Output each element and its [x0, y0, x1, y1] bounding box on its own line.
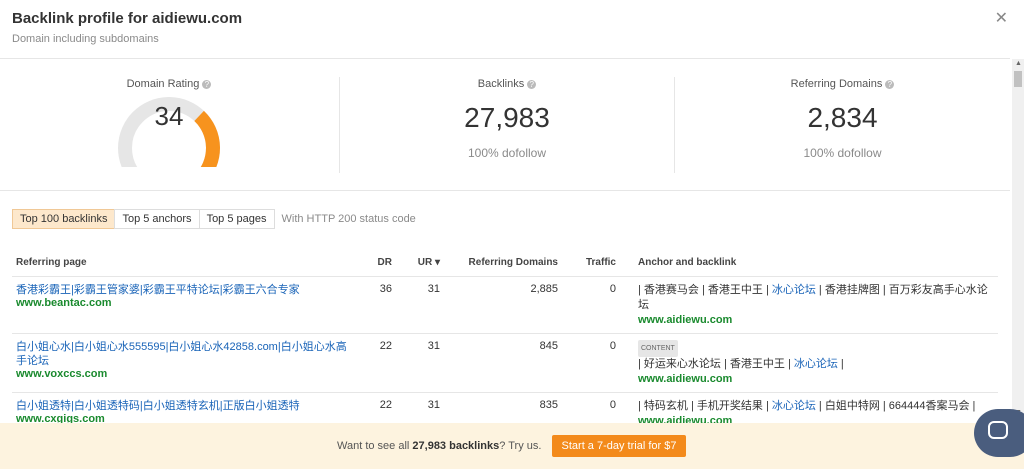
- backlink-tabs: Top 100 backlinks Top 5 anchors Top 5 pa…: [12, 209, 416, 229]
- referring-page-link[interactable]: 香港彩霸王|彩霸王管家婆|彩霸王平特论坛|彩霸王六合专家: [16, 283, 356, 297]
- referring-domain[interactable]: www.voxccs.com: [16, 368, 356, 380]
- chat-widget-button[interactable]: [974, 409, 1024, 457]
- col-dr[interactable]: DR: [360, 248, 396, 277]
- tab-note: With HTTP 200 status code: [281, 213, 416, 225]
- col-referring-page: Referring page: [12, 248, 360, 277]
- domain-rating-value: 34: [154, 101, 184, 131]
- tab-top-100-backlinks[interactable]: Top 100 backlinks: [12, 209, 116, 229]
- backlinks-dofollow: 100% dofollow: [467, 146, 547, 160]
- backlink-target[interactable]: www.aidiewu.com: [638, 313, 994, 328]
- backlinks-label: Backlinks: [477, 78, 525, 90]
- refdomains-cell: 845: [444, 333, 562, 393]
- col-anchor-backlink: Anchor and backlink: [620, 248, 998, 277]
- scroll-up-icon[interactable]: ▲: [1015, 60, 1022, 67]
- referring-domain[interactable]: www.beantac.com: [16, 297, 356, 309]
- col-referring-domains[interactable]: Referring Domains: [444, 248, 562, 277]
- backlinks-table: Referring page DR UR ▾ Referring Domains…: [12, 248, 998, 435]
- referring-page-link[interactable]: 白小姐心水|白小姐心水555595|白小姐心水42858.com|白小姐心水高手…: [16, 340, 356, 368]
- anchor-link[interactable]: 冰心论坛: [772, 400, 816, 412]
- page-title: Backlink profile for aidiewu.com: [12, 10, 243, 27]
- chat-icon: [988, 421, 1008, 439]
- backlinks-value: 27,983: [464, 102, 550, 133]
- col-traffic[interactable]: Traffic: [562, 248, 620, 277]
- backlink-target[interactable]: www.aidiewu.com: [638, 372, 994, 387]
- tab-top-5-pages[interactable]: Top 5 pages: [198, 209, 275, 229]
- ur-cell: 31: [396, 333, 444, 393]
- table-header-row: Referring page DR UR ▾ Referring Domains…: [12, 248, 998, 277]
- dr-cell: 36: [360, 276, 396, 334]
- anchor-link[interactable]: 冰心论坛: [794, 358, 838, 370]
- help-icon[interactable]: ?: [527, 79, 537, 89]
- start-trial-button[interactable]: Start a 7-day trial for $7: [552, 435, 686, 457]
- traffic-cell: 0: [562, 276, 620, 334]
- upgrade-banner: Want to see all 27,983 backlinks? Try us…: [0, 423, 1024, 469]
- scrollbar[interactable]: ▲ ▼: [1012, 59, 1024, 419]
- scrollbar-thumb[interactable]: [1014, 71, 1022, 87]
- dr-cell: 22: [360, 333, 396, 393]
- referring-domains-label: Referring Domains: [790, 78, 883, 90]
- backlinks-stat: Backlinks? 27,983 100% dofollow: [340, 59, 674, 190]
- referring-page-link[interactable]: 白小姐透特|白小姐透特码|白小姐透特玄机|正版白小姐透特: [16, 399, 356, 413]
- refdomains-cell: 2,885: [444, 276, 562, 334]
- modal-header: Backlink profile for aidiewu.com Domain …: [0, 0, 1010, 59]
- ur-cell: 31: [396, 276, 444, 334]
- close-icon[interactable]: ✕: [995, 8, 1008, 28]
- referring-domains-dofollow: 100% dofollow: [803, 146, 882, 160]
- table-row: 白小姐心水|白小姐心水555595|白小姐心水42858.com|白小姐心水高手…: [12, 333, 998, 393]
- help-icon[interactable]: ?: [885, 79, 895, 89]
- tab-top-5-anchors[interactable]: Top 5 anchors: [114, 209, 200, 229]
- referring-domains-value: 2,834: [807, 102, 878, 133]
- referring-domains-stat: Referring Domains? 2,834 100% dofollow: [675, 59, 1010, 190]
- upgrade-text: Want to see all 27,983 backlinks? Try us…: [337, 440, 542, 452]
- domain-rating-label: Domain Rating: [126, 78, 200, 90]
- help-icon[interactable]: ?: [202, 79, 212, 89]
- traffic-cell: 0: [562, 333, 620, 393]
- col-ur[interactable]: UR ▾: [396, 248, 444, 277]
- content-badge: CONTENT: [638, 340, 678, 357]
- page-subtitle: Domain including subdomains: [12, 33, 159, 45]
- table-row: 香港彩霸王|彩霸王管家婆|彩霸王平特论坛|彩霸王六合专家 www.beantac.…: [12, 276, 998, 334]
- anchor-link[interactable]: 冰心论坛: [772, 284, 816, 296]
